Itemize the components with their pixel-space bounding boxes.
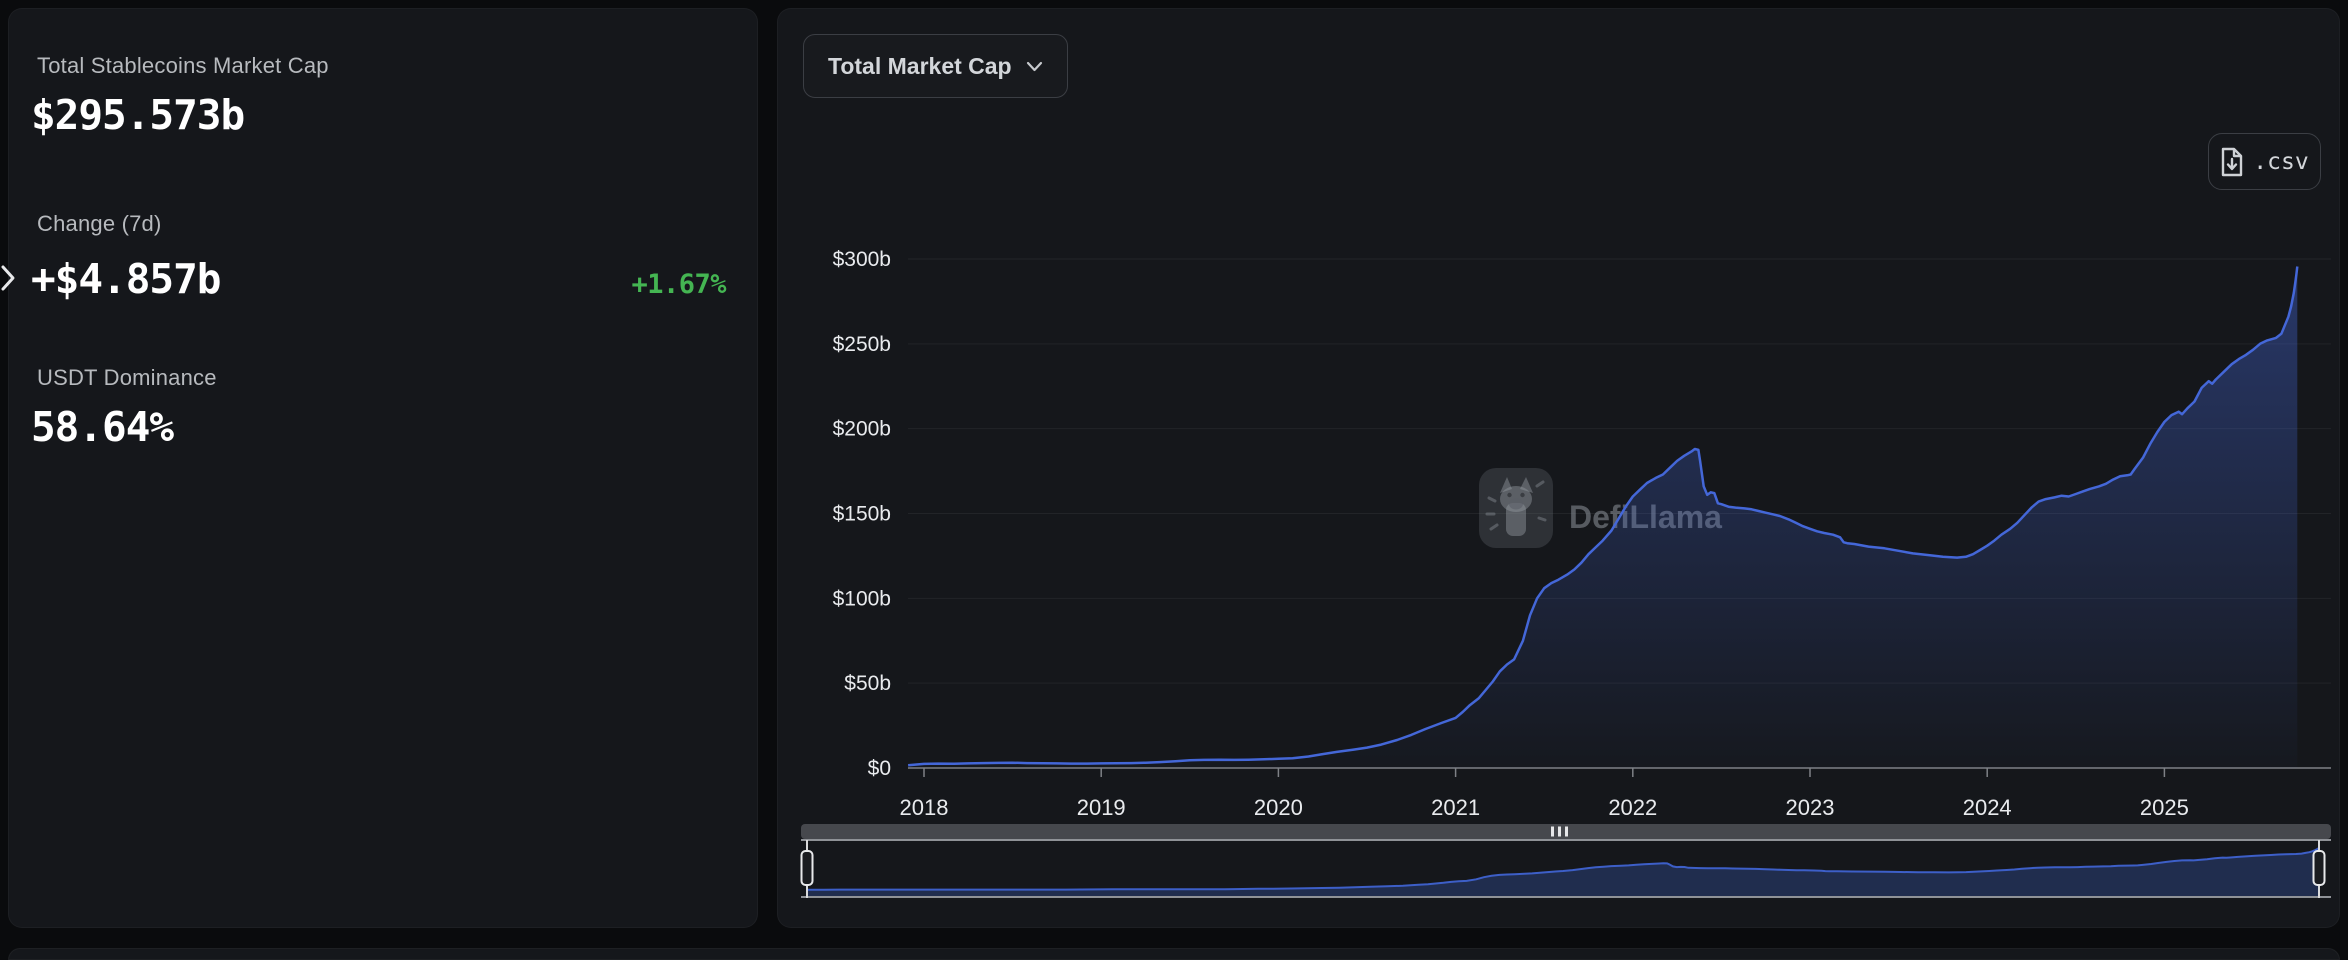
- download-csv-button[interactable]: .csv: [2208, 133, 2321, 190]
- change-7d-value: +$4.857b: [31, 255, 221, 303]
- y-axis-label: $200b: [833, 418, 891, 441]
- stablecoins-dashboard: { "stats_panel": { "items": [ { "label":…: [0, 0, 2348, 960]
- change-7d-percent: +1.67%: [631, 269, 726, 300]
- stats-panel: Total Stablecoins Market Cap $295.573b C…: [8, 8, 758, 928]
- metric-dropdown-button[interactable]: Total Market Cap: [803, 34, 1068, 98]
- x-axis-label: 2022: [1608, 795, 1657, 820]
- x-axis-label: 2025: [2140, 795, 2189, 820]
- scrollbar-grip-icon[interactable]: [1558, 826, 1561, 837]
- y-axis-label: $100b: [833, 587, 891, 610]
- y-axis-label: $300b: [833, 248, 891, 271]
- usdt-dominance-value: 58.64%: [31, 403, 174, 451]
- scrollbar-grip-icon[interactable]: [1565, 826, 1568, 837]
- x-axis-label: 2021: [1431, 795, 1480, 820]
- total-mcap-label: Total Stablecoins Market Cap: [37, 53, 329, 78]
- x-axis-label: 2024: [1963, 795, 2012, 820]
- expand-sidebar-chevron-icon[interactable]: [0, 263, 16, 293]
- download-file-icon: [2222, 147, 2243, 176]
- nav-handle-left[interactable]: [800, 850, 814, 886]
- csv-button-label: .csv: [2253, 148, 2309, 175]
- change-7d-label: Change (7d): [37, 211, 162, 236]
- nav-handle-right[interactable]: [2312, 850, 2326, 886]
- x-axis-label: 2023: [1786, 795, 1835, 820]
- chart-panel: $0 $50b $100b $150b $200b $250b $300b 2018 2019 2…: [777, 8, 2340, 928]
- total-mcap-value: $295.573b: [31, 91, 245, 139]
- navigator-top-border: [801, 839, 2331, 841]
- x-axis-label: 2019: [1077, 795, 1126, 820]
- y-axis-label: $0: [868, 757, 891, 780]
- y-axis-label: $250b: [833, 333, 891, 356]
- chevron-down-icon: [1026, 61, 1042, 71]
- next-section-card: [8, 948, 2340, 960]
- x-axis-label: 2020: [1254, 795, 1303, 820]
- stablecoins-market-cap-chart: $0 $50b $100b $150b $200b $250b $300b 2018 2019 2…: [800, 248, 2331, 898]
- x-axis-label: 2018: [900, 795, 949, 820]
- y-axis-label: $50b: [844, 672, 891, 695]
- y-axis-label: $150b: [833, 503, 891, 526]
- navigator-bottom-border: [801, 896, 2331, 898]
- scrollbar-grip-icon[interactable]: [1551, 826, 1554, 837]
- usdt-dominance-label: USDT Dominance: [37, 365, 217, 390]
- metric-dropdown-label: Total Market Cap: [828, 52, 1012, 79]
- change-7d-row: +$4.857b +1.67%: [31, 255, 726, 303]
